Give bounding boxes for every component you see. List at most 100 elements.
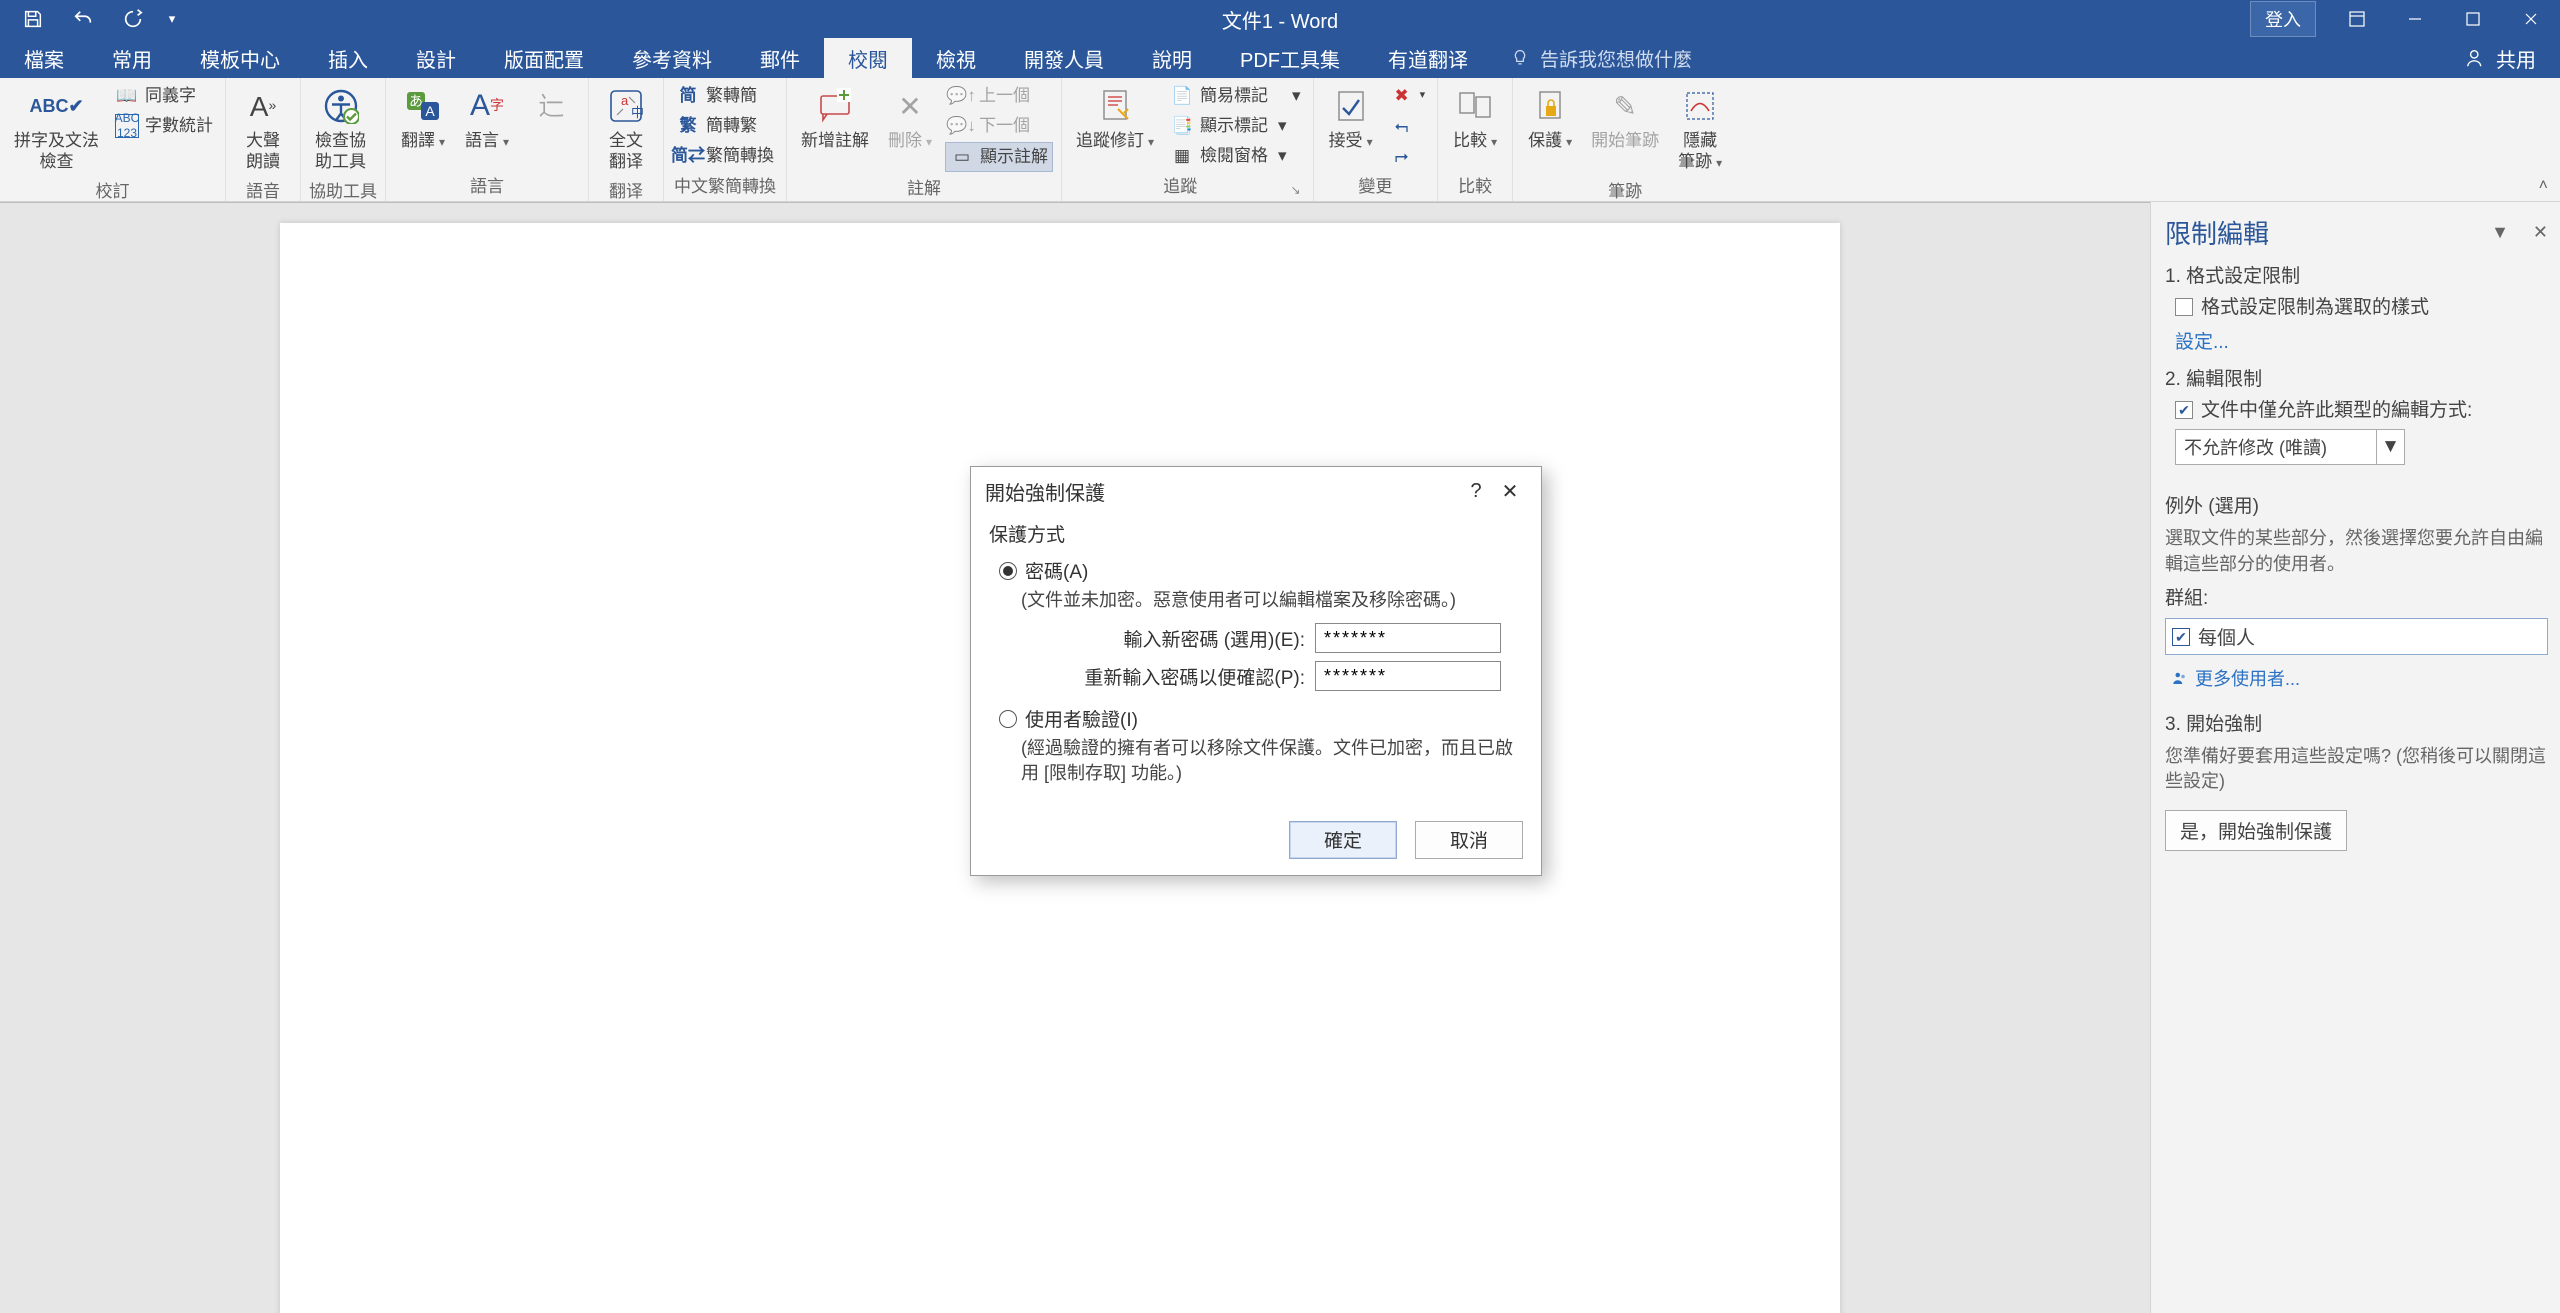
compare-button[interactable]: 比較 — [1446, 82, 1504, 153]
next-change-icon: ⮣ — [1390, 144, 1414, 168]
dialog-close-button[interactable]: ✕ — [1493, 479, 1527, 504]
tab-references[interactable]: 參考資料 — [608, 38, 736, 78]
start-enforcement-button[interactable]: 是，開始強制保護 — [2165, 810, 2347, 851]
prev-change-button[interactable]: ⮢ — [1386, 112, 1430, 140]
new-password-label: 輸入新密碼 (選用)(E): — [1021, 625, 1305, 652]
editing-type-select[interactable]: 不允許修改 (唯讀) ▼ — [2175, 429, 2405, 465]
limit-formatting-checkbox[interactable]: 格式設定限制為選取的樣式 — [2175, 296, 2548, 321]
spellcheck-icon: ABC✔ — [35, 84, 79, 128]
user-auth-radio[interactable]: 使用者驗證(I) — [999, 705, 1523, 732]
group-label-tracking: 追蹤 — [1070, 170, 1291, 201]
protect-button[interactable]: 保護 — [1521, 82, 1579, 153]
group-protect-ink: 保護 ✎開始筆跡 隱藏 筆跡 筆跡 — [1513, 78, 1737, 201]
dialog-help-button[interactable]: ? — [1459, 480, 1493, 503]
reject-button[interactable]: ✖▾ — [1386, 82, 1430, 110]
start-enforcing-protection-dialog: 開始強制保護 ? ✕ 保護方式 密碼(A) (文件並未加密。惡意使用者可以編輯檔… — [970, 466, 1542, 876]
tab-developer[interactable]: 開發人員 — [1000, 38, 1128, 78]
maximize-button[interactable] — [2444, 0, 2502, 38]
group-label-changes: 變更 — [1322, 170, 1430, 201]
translate-icon: あA — [401, 84, 445, 128]
reviewpane-icon: ▦ — [1170, 144, 1194, 168]
simp-to-trad-button[interactable]: 繁簡轉繁 — [672, 112, 778, 140]
tell-me-search[interactable]: 告訴我您想做什麼 — [1492, 38, 1710, 78]
thesaurus-button[interactable]: 📖同義字 — [111, 82, 217, 110]
group-proofing: ABC✔ 拼字及文法 檢查 📖同義字 ABC123字數統計 校訂 — [0, 78, 226, 201]
show-comments-button[interactable]: ▭顯示註解 — [945, 142, 1053, 172]
convert-button[interactable]: 简⇄繁簡轉換 — [672, 142, 778, 170]
collapse-ribbon-button[interactable]: ˄ — [2539, 177, 2548, 195]
markup-icon: 📄 — [1170, 84, 1194, 108]
tab-layout[interactable]: 版面配置 — [480, 38, 608, 78]
trad-to-simp-button[interactable]: 简繁轉簡 — [672, 82, 778, 110]
display-for-review-dropdown[interactable]: 📄簡易標記▾ — [1166, 82, 1305, 110]
minimize-button[interactable] — [2386, 0, 2444, 38]
login-button[interactable]: 登入 — [2250, 1, 2316, 37]
svg-text:a: a — [621, 93, 629, 108]
tab-template[interactable]: 模板中心 — [176, 38, 304, 78]
ok-button[interactable]: 確定 — [1289, 821, 1397, 859]
hide-ink-button[interactable]: 隱藏 筆跡 — [1671, 82, 1729, 175]
more-users-link[interactable]: 更多使用者... — [2171, 665, 2548, 691]
pane-close-button[interactable]: ✕ — [2533, 222, 2548, 243]
full-translate-button[interactable]: a中全文 翻译 — [597, 82, 655, 175]
spelling-grammar-button[interactable]: ABC✔ 拼字及文法 檢查 — [8, 82, 105, 175]
cancel-button[interactable]: 取消 — [1415, 821, 1523, 859]
track-changes-button[interactable]: 追蹤修訂 — [1070, 82, 1160, 153]
tab-home[interactable]: 常用 — [88, 38, 176, 78]
save-button[interactable] — [8, 0, 58, 38]
svg-text:A: A — [425, 103, 435, 119]
language-icon: A字 — [465, 84, 509, 128]
start-inking-button: ✎開始筆跡 — [1585, 82, 1665, 153]
new-comment-button[interactable]: 新增註解 — [795, 82, 875, 153]
undo-button[interactable] — [58, 0, 108, 38]
next-change-button[interactable]: ⮣ — [1386, 142, 1430, 170]
groups-list: ✔每個人 — [2165, 618, 2548, 655]
allow-editing-checkbox[interactable]: ✔文件中僅允許此類型的編輯方式: — [2175, 399, 2548, 424]
hide-ink-icon — [1678, 84, 1722, 128]
tab-design[interactable]: 設計 — [392, 38, 480, 78]
new-password-input[interactable] — [1315, 623, 1501, 653]
redo-button[interactable] — [108, 0, 158, 38]
exceptions-desc: 選取文件的某些部分，然後選擇您要允許自由編輯這些部分的使用者。 — [2165, 526, 2548, 576]
check-accessibility-button[interactable]: 檢查協 助工具 — [309, 82, 372, 175]
checkbox-checked-icon: ✔ — [2175, 401, 2193, 419]
window-title: 文件1 - Word — [1222, 5, 1338, 34]
tab-youdao[interactable]: 有道翻译 — [1364, 38, 1492, 78]
dialog-titlebar[interactable]: 開始強制保護 ? ✕ — [971, 467, 1541, 512]
confirm-password-input[interactable] — [1315, 661, 1501, 691]
lightbulb-icon — [1510, 48, 1530, 68]
ribbon-display-options[interactable] — [2328, 0, 2386, 38]
tab-pdf[interactable]: PDF工具集 — [1216, 38, 1364, 78]
word-count-button[interactable]: ABC123字數統計 — [111, 112, 217, 140]
reviewing-pane-dropdown[interactable]: ▦檢閱窗格▾ — [1166, 142, 1305, 170]
read-aloud-button[interactable]: A»大聲 朗讀 — [234, 82, 292, 175]
tab-review[interactable]: 校閱 — [824, 38, 912, 78]
tab-mailings[interactable]: 郵件 — [736, 38, 824, 78]
translate-button[interactable]: あA翻譯 — [394, 82, 452, 153]
qat-customize[interactable]: ▾ — [158, 0, 186, 38]
pane-menu-button[interactable]: ▼ — [2491, 222, 2509, 243]
section-1-heading: 1. 格式設定限制 — [2165, 261, 2548, 288]
group-everyone[interactable]: ✔每個人 — [2166, 619, 2547, 654]
formatting-settings-link[interactable]: 設定... — [2175, 327, 2548, 354]
delete-comment-button: ✕刪除 — [881, 82, 939, 153]
ribbon: ABC✔ 拼字及文法 檢查 📖同義字 ABC123字數統計 校訂 A»大聲 朗讀… — [0, 78, 2560, 202]
ime-button: 辷 — [522, 82, 580, 132]
share-button[interactable]: 共用 — [2442, 38, 2560, 78]
section-2-heading: 2. 編輯限制 — [2165, 364, 2548, 391]
tab-view[interactable]: 檢視 — [912, 38, 1000, 78]
users-icon — [2171, 669, 2189, 687]
group-compare: 比較 比較 — [1438, 78, 1513, 201]
close-button[interactable] — [2502, 0, 2560, 38]
convert-icon: 简⇄ — [676, 144, 700, 168]
tab-insert[interactable]: 插入 — [304, 38, 392, 78]
tab-help[interactable]: 說明 — [1128, 38, 1216, 78]
group-label-speech: 語音 — [234, 175, 292, 206]
tab-file[interactable]: 檔案 — [0, 38, 88, 78]
tracking-launcher[interactable]: ↘ — [1291, 183, 1305, 201]
language-button[interactable]: A字語言 — [458, 82, 516, 153]
show-markup-dropdown[interactable]: 📑顯示標記▾ — [1166, 112, 1305, 140]
accept-button[interactable]: 接受 — [1322, 82, 1380, 153]
password-radio[interactable]: 密碼(A) — [999, 557, 1523, 584]
select-value: 不允許修改 (唯讀) — [2176, 430, 2376, 464]
